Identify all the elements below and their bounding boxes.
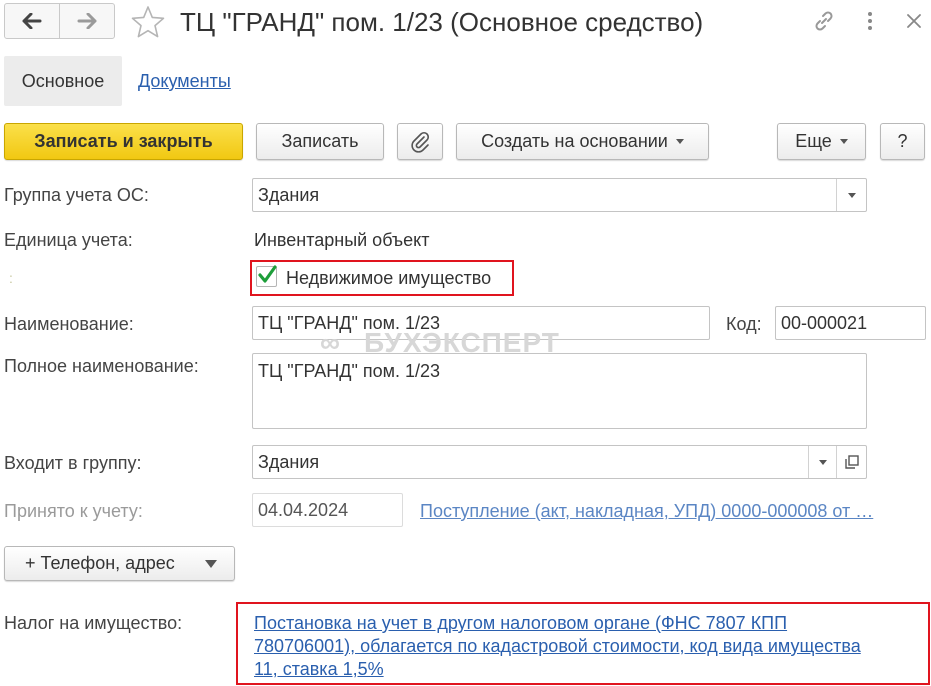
tab-documents[interactable]: Документы <box>138 69 231 93</box>
open-window-icon <box>844 455 859 469</box>
navigation-buttons <box>4 3 115 39</box>
chevron-down-icon <box>847 192 856 198</box>
tax-registration-link[interactable]: Постановка на учет в другом налоговом ор… <box>254 612 926 681</box>
close-button[interactable] <box>901 8 927 34</box>
accepted-date-field[interactable]: 04.04.2024 <box>252 493 403 527</box>
chevron-down-icon <box>818 459 827 465</box>
realestate-label[interactable]: Недвижимое имущество <box>286 266 491 290</box>
tab-main[interactable]: Основное <box>4 56 122 106</box>
close-icon <box>907 14 921 28</box>
star-icon <box>131 6 165 38</box>
group-dropdown-button[interactable] <box>836 179 866 211</box>
tax-line-3: 11, ставка 1,5% <box>254 659 384 679</box>
more-menu-label: Еще <box>795 131 832 151</box>
arrow-right-icon <box>77 13 97 29</box>
tax-line-1: Постановка на учет в другом налоговом ор… <box>254 613 788 633</box>
link-button[interactable] <box>810 8 838 34</box>
more-vertical-icon <box>868 12 872 30</box>
parent-dropdown-button[interactable] <box>808 446 836 478</box>
group-select[interactable]: Здания <box>252 178 867 212</box>
colon-mark: : <box>9 270 13 286</box>
parent-open-button[interactable] <box>836 446 866 478</box>
arrow-left-icon <box>22 13 42 29</box>
accepted-document-link[interactable]: Поступление (акт, накладная, УПД) 0000-0… <box>420 499 925 523</box>
parent-label: Входит в группу: <box>4 453 142 473</box>
more-actions-button[interactable] <box>860 8 880 34</box>
add-contacts-label: + Телефон, адрес <box>25 553 175 573</box>
attach-file-button[interactable] <box>397 123 443 160</box>
parent-value: Здания <box>258 452 320 472</box>
tax-label: Налог на имущество: <box>4 613 183 633</box>
group-label: Группа учета ОС: <box>4 185 149 205</box>
tax-line-2: 780706001), облагается по кадастровой ст… <box>254 636 861 656</box>
parent-select[interactable]: Здания <box>252 445 867 479</box>
create-based-on-label: Создать на основании <box>481 131 668 151</box>
chevron-down-icon <box>839 139 848 144</box>
chevron-down-icon <box>675 139 684 144</box>
fullname-label: Полное наименование: <box>4 356 199 376</box>
forward-button[interactable] <box>59 4 114 38</box>
add-contacts-button[interactable]: + Телефон, адрес <box>4 546 235 581</box>
help-button[interactable]: ? <box>880 123 925 160</box>
create-based-on-button[interactable]: Создать на основании <box>456 123 709 160</box>
code-input[interactable]: 00-000021 <box>775 306 926 340</box>
realestate-checkbox[interactable] <box>256 265 277 287</box>
save-button[interactable]: Записать <box>256 123 384 160</box>
paperclip-icon <box>411 131 430 153</box>
checkmark-icon <box>258 265 277 283</box>
window-title: ТЦ "ГРАНД" пом. 1/23 (Основное средство) <box>180 7 704 37</box>
link-icon <box>815 11 833 31</box>
accepted-label: Принято к учету: <box>4 501 143 521</box>
code-label: Код: <box>726 314 762 334</box>
unit-value: Инвентарный объект <box>254 230 430 250</box>
triangle-down-icon <box>205 560 217 568</box>
save-and-close-button[interactable]: Записать и закрыть <box>4 123 243 160</box>
fullname-textarea[interactable]: ТЦ "ГРАНД" пом. 1/23 <box>252 353 867 429</box>
group-value: Здания <box>258 185 320 205</box>
favorite-button[interactable] <box>131 5 165 39</box>
unit-label: Единица учета: <box>4 230 133 250</box>
name-label: Наименование: <box>4 314 134 334</box>
back-button[interactable] <box>5 4 59 38</box>
more-menu-button[interactable]: Еще <box>777 123 866 160</box>
